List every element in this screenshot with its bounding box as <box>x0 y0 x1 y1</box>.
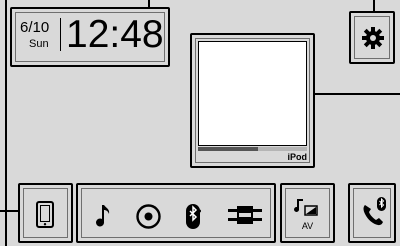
source-shortcuts <box>76 183 276 243</box>
settings-gear-icon <box>362 27 384 49</box>
home-screen: 6/10 Sun 12:48 iPod AV <box>0 0 400 246</box>
phone-icon <box>36 201 54 228</box>
av-label: AV <box>301 221 314 231</box>
now-playing-widget[interactable]: iPod <box>190 33 315 168</box>
phone-call-button[interactable] <box>348 183 396 243</box>
date-divider <box>60 18 61 51</box>
phone-call-icon <box>363 197 386 226</box>
bezel-line <box>314 93 400 95</box>
av-icon <box>294 199 318 216</box>
playback-progress-fill <box>198 147 258 151</box>
disc-icon[interactable] <box>136 204 161 229</box>
album-art <box>198 41 307 146</box>
weekday-label: Sun <box>29 38 49 50</box>
date-label: 6/10 <box>20 19 50 36</box>
bezel-line <box>0 210 18 212</box>
time-label: 12:48 <box>66 13 164 56</box>
bluetooth-icon[interactable] <box>185 203 201 230</box>
aux-connector-icon[interactable] <box>228 206 262 224</box>
clock-widget[interactable]: 6/10 Sun 12:48 <box>10 7 170 67</box>
playback-progress-bar <box>198 147 307 151</box>
av-source-button[interactable]: AV <box>280 183 335 243</box>
settings-button[interactable] <box>349 11 395 64</box>
phone-source-button[interactable] <box>18 183 73 243</box>
music-note-icon[interactable] <box>96 204 112 228</box>
source-label: iPod <box>287 152 308 162</box>
